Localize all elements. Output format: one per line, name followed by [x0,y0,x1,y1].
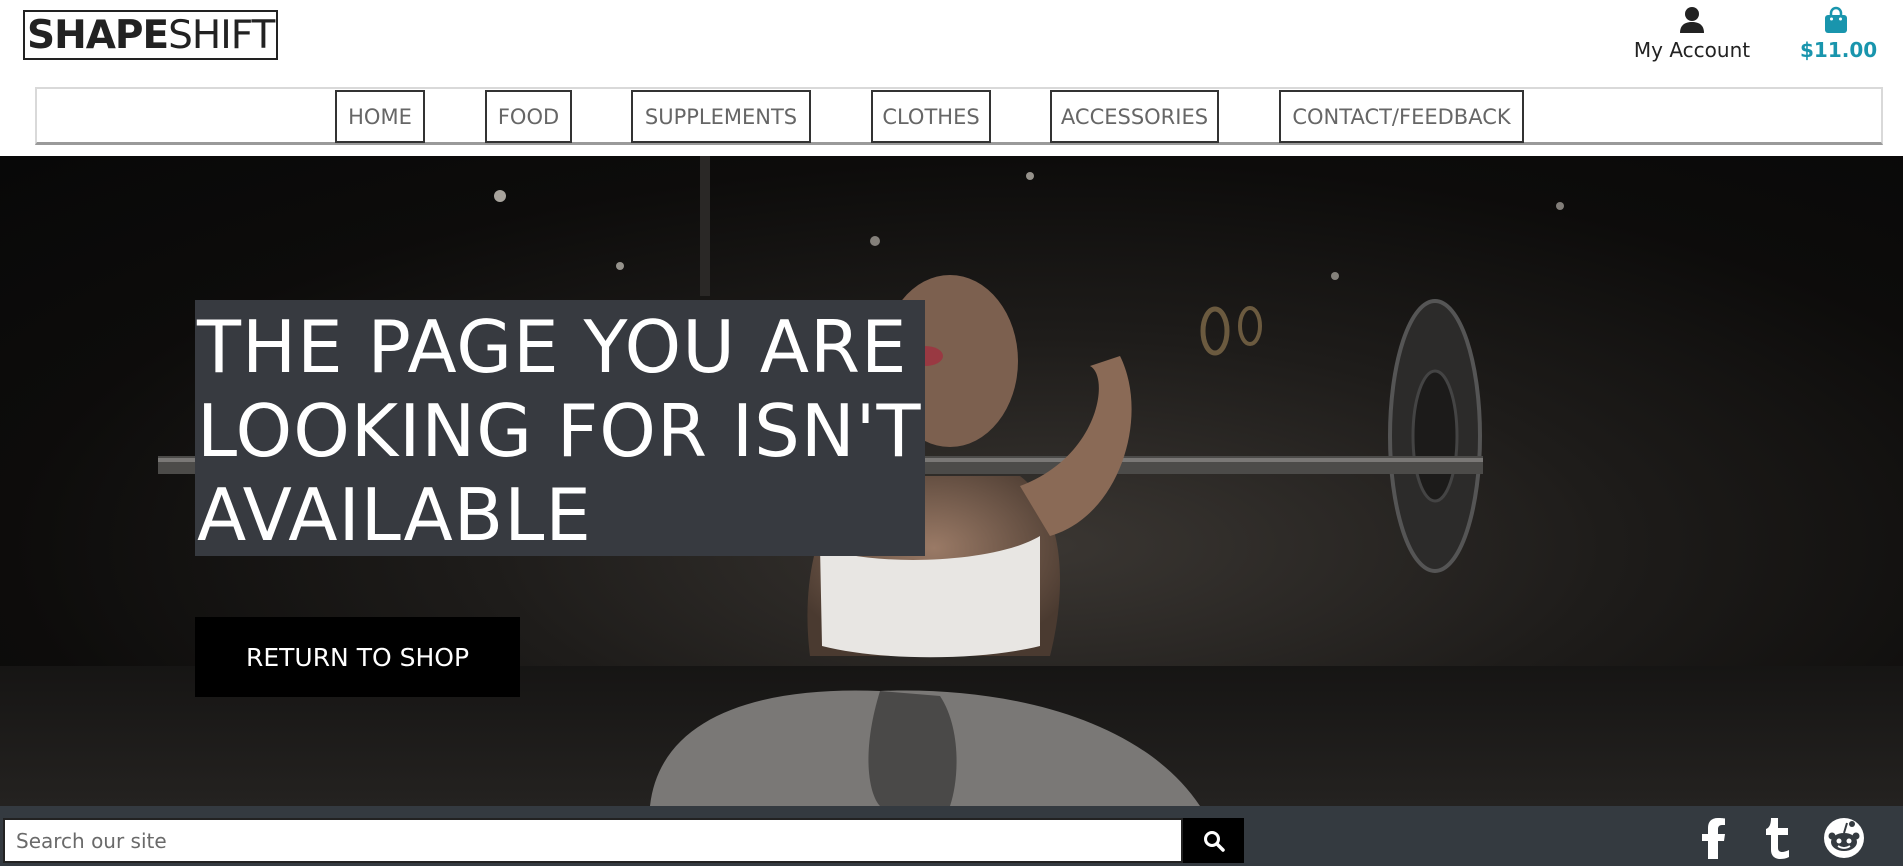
search-icon [1203,830,1225,852]
user-icon [1680,7,1704,33]
error-headline: THE PAGE YOU ARE LOOKING FOR ISN'T AVAIL… [195,300,925,557]
nav-supplements[interactable]: SUPPLEMENTS [631,90,811,143]
site-footer [0,806,1903,866]
my-account-label: My Account [1633,38,1751,62]
main-navigation: HOME FOOD SUPPLEMENTS CLOTHES ACCESSORIE… [35,87,1883,145]
hero-banner: THE PAGE YOU ARE LOOKING FOR ISN'T AVAIL… [0,156,1903,806]
cart-link[interactable]: $11.00 [1800,6,1878,62]
shopping-bag-icon [1825,6,1847,33]
facebook-link[interactable] [1694,816,1734,860]
nav-clothes[interactable]: CLOTHES [871,90,991,143]
search-button[interactable] [1183,818,1244,863]
nav-home[interactable]: HOME [335,90,425,143]
reddit-link[interactable] [1822,816,1866,860]
my-account-link[interactable]: My Account [1620,6,1764,62]
tumblr-icon [1766,818,1789,859]
nav-accessories[interactable]: ACCESSORIES [1050,90,1219,143]
search-box [3,818,1183,863]
logo-light-text: SHIFT [168,12,275,58]
cart-total: $11.00 [1800,38,1878,62]
search-input[interactable] [5,820,1181,861]
reddit-icon [1824,818,1864,858]
facebook-icon [1702,818,1725,859]
return-to-shop-button[interactable]: RETURN TO SHOP [195,617,520,697]
nav-food[interactable]: FOOD [485,90,572,143]
nav-contact-feedback[interactable]: CONTACT/FEEDBACK [1279,90,1524,143]
site-logo[interactable]: SHAPE SHIFT [23,10,279,60]
tumblr-link[interactable] [1758,816,1798,860]
site-header: SHAPE SHIFT My Account $11.00 HOME FOOD S… [0,0,1903,156]
logo-bold-text: SHAPE [27,12,169,58]
